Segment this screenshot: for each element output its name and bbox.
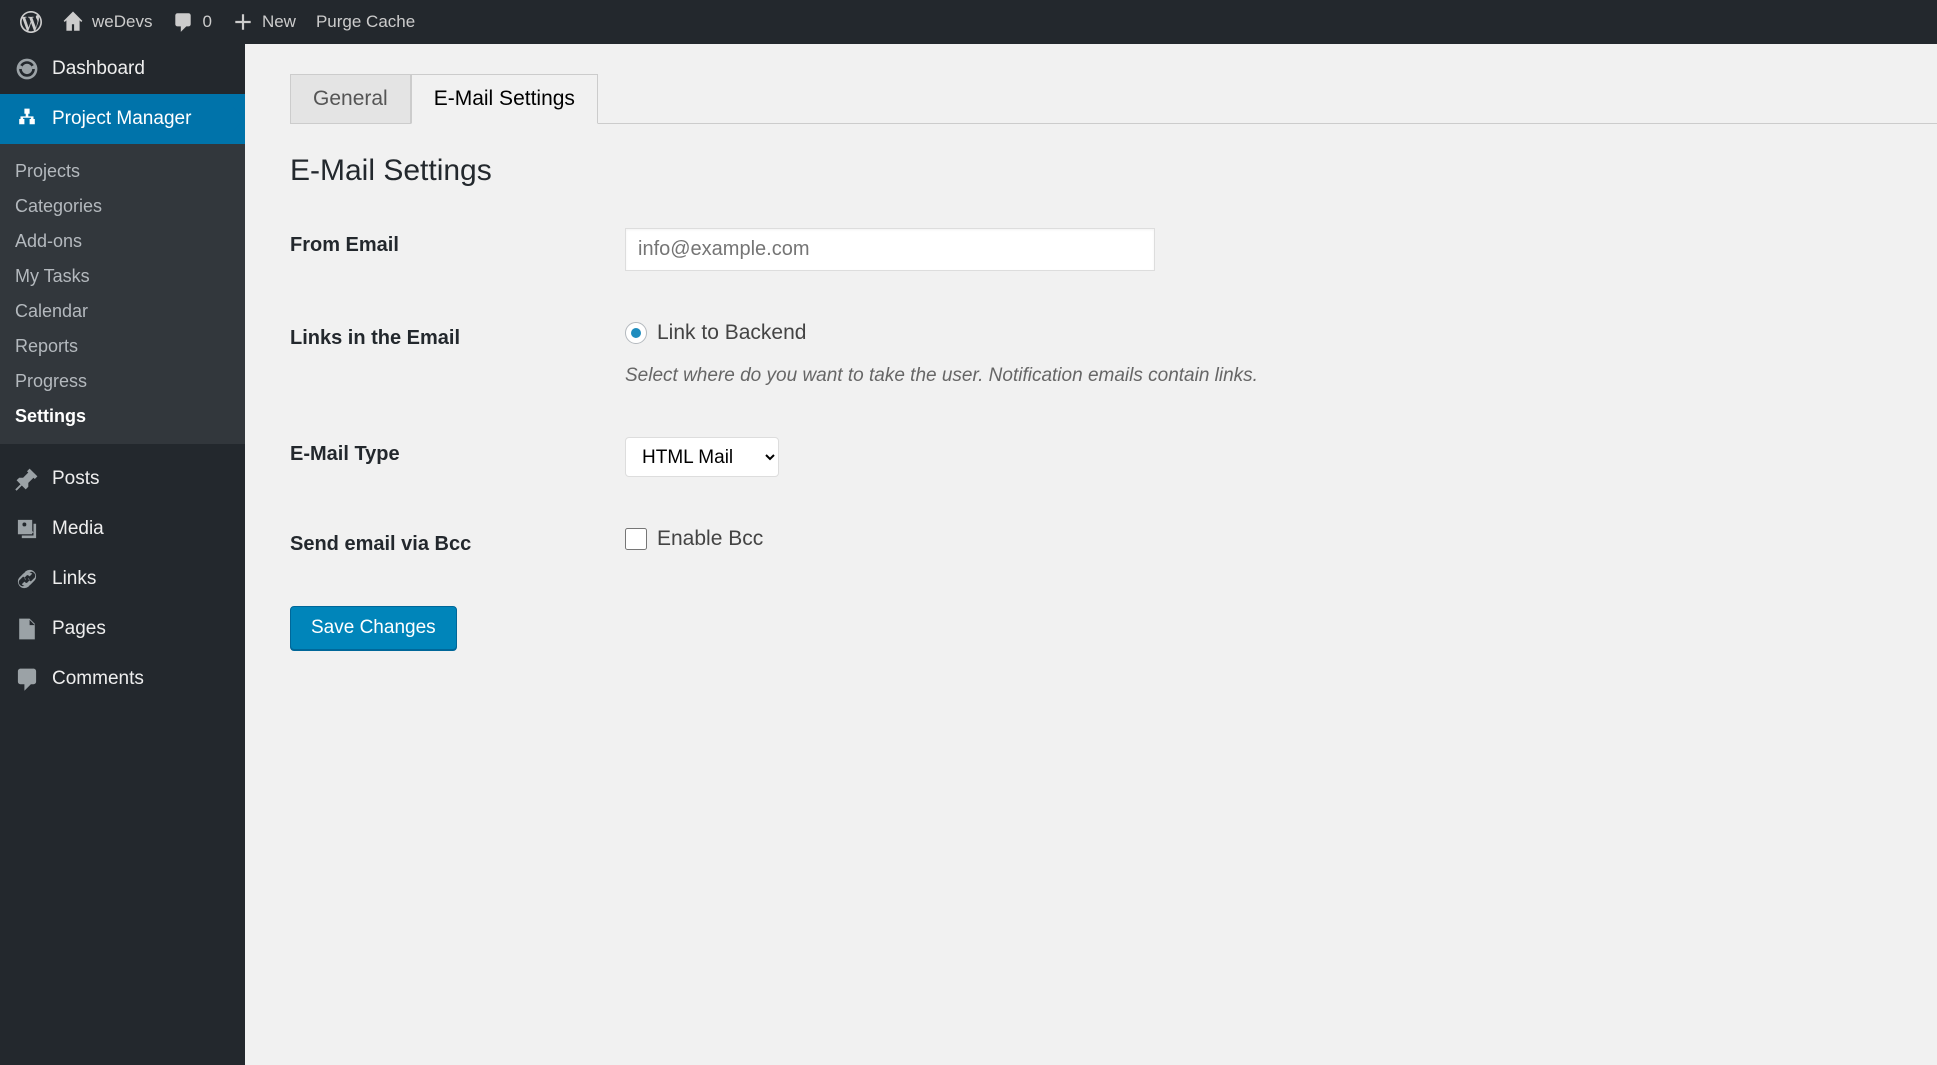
links-in-email-label: Links in the Email [290, 321, 625, 350]
from-email-input[interactable] [625, 228, 1155, 271]
pin-icon [14, 466, 40, 492]
enable-bcc-option[interactable]: Enable Bcc [625, 527, 1937, 551]
submenu-item-my-tasks[interactable]: My Tasks [0, 259, 245, 294]
comments-link[interactable]: 0 [162, 0, 221, 44]
wordpress-logo-menu[interactable] [10, 0, 52, 44]
main-content: General E-Mail Settings E-Mail Settings … [245, 44, 1937, 1065]
sidebar-item-project-manager[interactable]: Project Manager [0, 94, 245, 144]
enable-bcc-checkbox[interactable] [625, 528, 647, 550]
purge-cache-link[interactable]: Purge Cache [306, 0, 425, 44]
network-icon [14, 106, 40, 132]
submenu-item-projects[interactable]: Projects [0, 154, 245, 189]
new-content-link[interactable]: New [222, 0, 306, 44]
sidebar-item-posts[interactable]: Posts [0, 454, 245, 504]
tab-general[interactable]: General [290, 74, 411, 124]
email-type-label: E-Mail Type [290, 437, 625, 466]
sidebar-submenu: Projects Categories Add-ons My Tasks Cal… [0, 144, 245, 444]
comment-icon [172, 11, 194, 33]
sidebar-item-pages[interactable]: Pages [0, 604, 245, 654]
sidebar-label: Media [52, 518, 104, 540]
link-backend-label: Link to Backend [657, 321, 806, 345]
tab-email-settings[interactable]: E-Mail Settings [411, 74, 598, 124]
enable-bcc-label: Enable Bcc [657, 527, 763, 551]
settings-tabs: General E-Mail Settings [290, 74, 1937, 124]
sidebar-item-media[interactable]: Media [0, 504, 245, 554]
from-email-label: From Email [290, 228, 625, 257]
page-title: E-Mail Settings [290, 154, 1937, 188]
submenu-item-categories[interactable]: Categories [0, 189, 245, 224]
comment-icon [14, 666, 40, 692]
submenu-item-addons[interactable]: Add-ons [0, 224, 245, 259]
submenu-item-reports[interactable]: Reports [0, 329, 245, 364]
bcc-label: Send email via Bcc [290, 527, 625, 556]
save-changes-button[interactable]: Save Changes [290, 606, 457, 650]
submenu-item-progress[interactable]: Progress [0, 364, 245, 399]
admin-sidebar: Dashboard Project Manager Projects Categ… [0, 44, 245, 1065]
link-backend-radio[interactable] [625, 322, 647, 344]
submenu-item-settings[interactable]: Settings [0, 399, 245, 434]
link-backend-option[interactable]: Link to Backend [625, 321, 1937, 345]
sidebar-item-dashboard[interactable]: Dashboard [0, 44, 245, 94]
link-icon [14, 566, 40, 592]
sidebar-label: Comments [52, 668, 144, 690]
sidebar-label: Project Manager [52, 108, 191, 130]
sidebar-item-links[interactable]: Links [0, 554, 245, 604]
dashboard-icon [14, 56, 40, 82]
home-icon [62, 11, 84, 33]
sidebar-label: Posts [52, 468, 100, 490]
comments-count: 0 [202, 12, 211, 32]
sidebar-label: Pages [52, 618, 106, 640]
page-icon [14, 616, 40, 642]
site-name: weDevs [92, 12, 152, 32]
wordpress-icon [20, 11, 42, 33]
sidebar-item-comments[interactable]: Comments [0, 654, 245, 704]
email-type-select[interactable]: HTML Mail [625, 437, 779, 477]
sidebar-label: Links [52, 568, 96, 590]
media-icon [14, 516, 40, 542]
plus-icon [232, 11, 254, 33]
admin-toolbar: weDevs 0 New Purge Cache [0, 0, 1937, 44]
site-home-link[interactable]: weDevs [52, 0, 162, 44]
submenu-item-calendar[interactable]: Calendar [0, 294, 245, 329]
purge-cache-label: Purge Cache [316, 12, 415, 32]
new-label: New [262, 12, 296, 32]
sidebar-label: Dashboard [52, 58, 145, 80]
links-description: Select where do you want to take the use… [625, 365, 1937, 387]
